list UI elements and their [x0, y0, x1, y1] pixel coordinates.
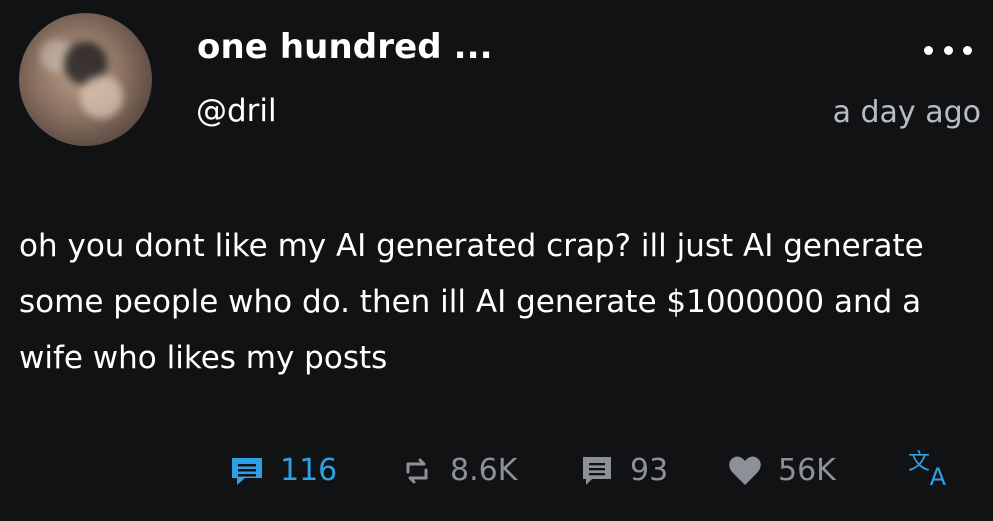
- post-timestamp: a day ago: [832, 95, 981, 130]
- reposts-count: 8.6K: [450, 453, 518, 488]
- translate-button[interactable]: 文 A: [908, 451, 946, 491]
- likes-button[interactable]: 56K: [726, 451, 836, 491]
- quote-icon: [578, 452, 616, 490]
- comments-count: 116: [280, 453, 338, 488]
- ellipsis-horizontal-icon-dot: [943, 45, 953, 55]
- comments-button[interactable]: 116: [228, 451, 337, 491]
- ellipsis-horizontal-icon: [924, 45, 933, 55]
- comment-icon: [228, 452, 266, 490]
- heart-icon: [726, 452, 764, 490]
- reposts-button[interactable]: 8.6K: [398, 451, 517, 491]
- ellipsis-horizontal-icon-dot-2: [963, 45, 972, 55]
- avatar[interactable]: [19, 13, 152, 146]
- translate-glyph-bottom: A: [929, 463, 946, 491]
- post-text: oh you dont like my AI generated crap? i…: [19, 228, 924, 376]
- quotes-button[interactable]: 93: [578, 451, 668, 491]
- author-handle[interactable]: @dril: [196, 93, 277, 129]
- more-menu-button[interactable]: [924, 41, 972, 59]
- translate-glyph-top: 文: [908, 450, 931, 475]
- repost-icon: [398, 452, 436, 490]
- action-bar: 116 8.6K 93 56K 文 A: [0, 451, 993, 491]
- avatar-image: [19, 13, 152, 146]
- likes-count: 56K: [778, 453, 836, 488]
- translate-icon: 文 A: [908, 452, 946, 490]
- quotes-count: 93: [630, 453, 669, 488]
- author-name[interactable]: one hundred ...: [197, 27, 493, 67]
